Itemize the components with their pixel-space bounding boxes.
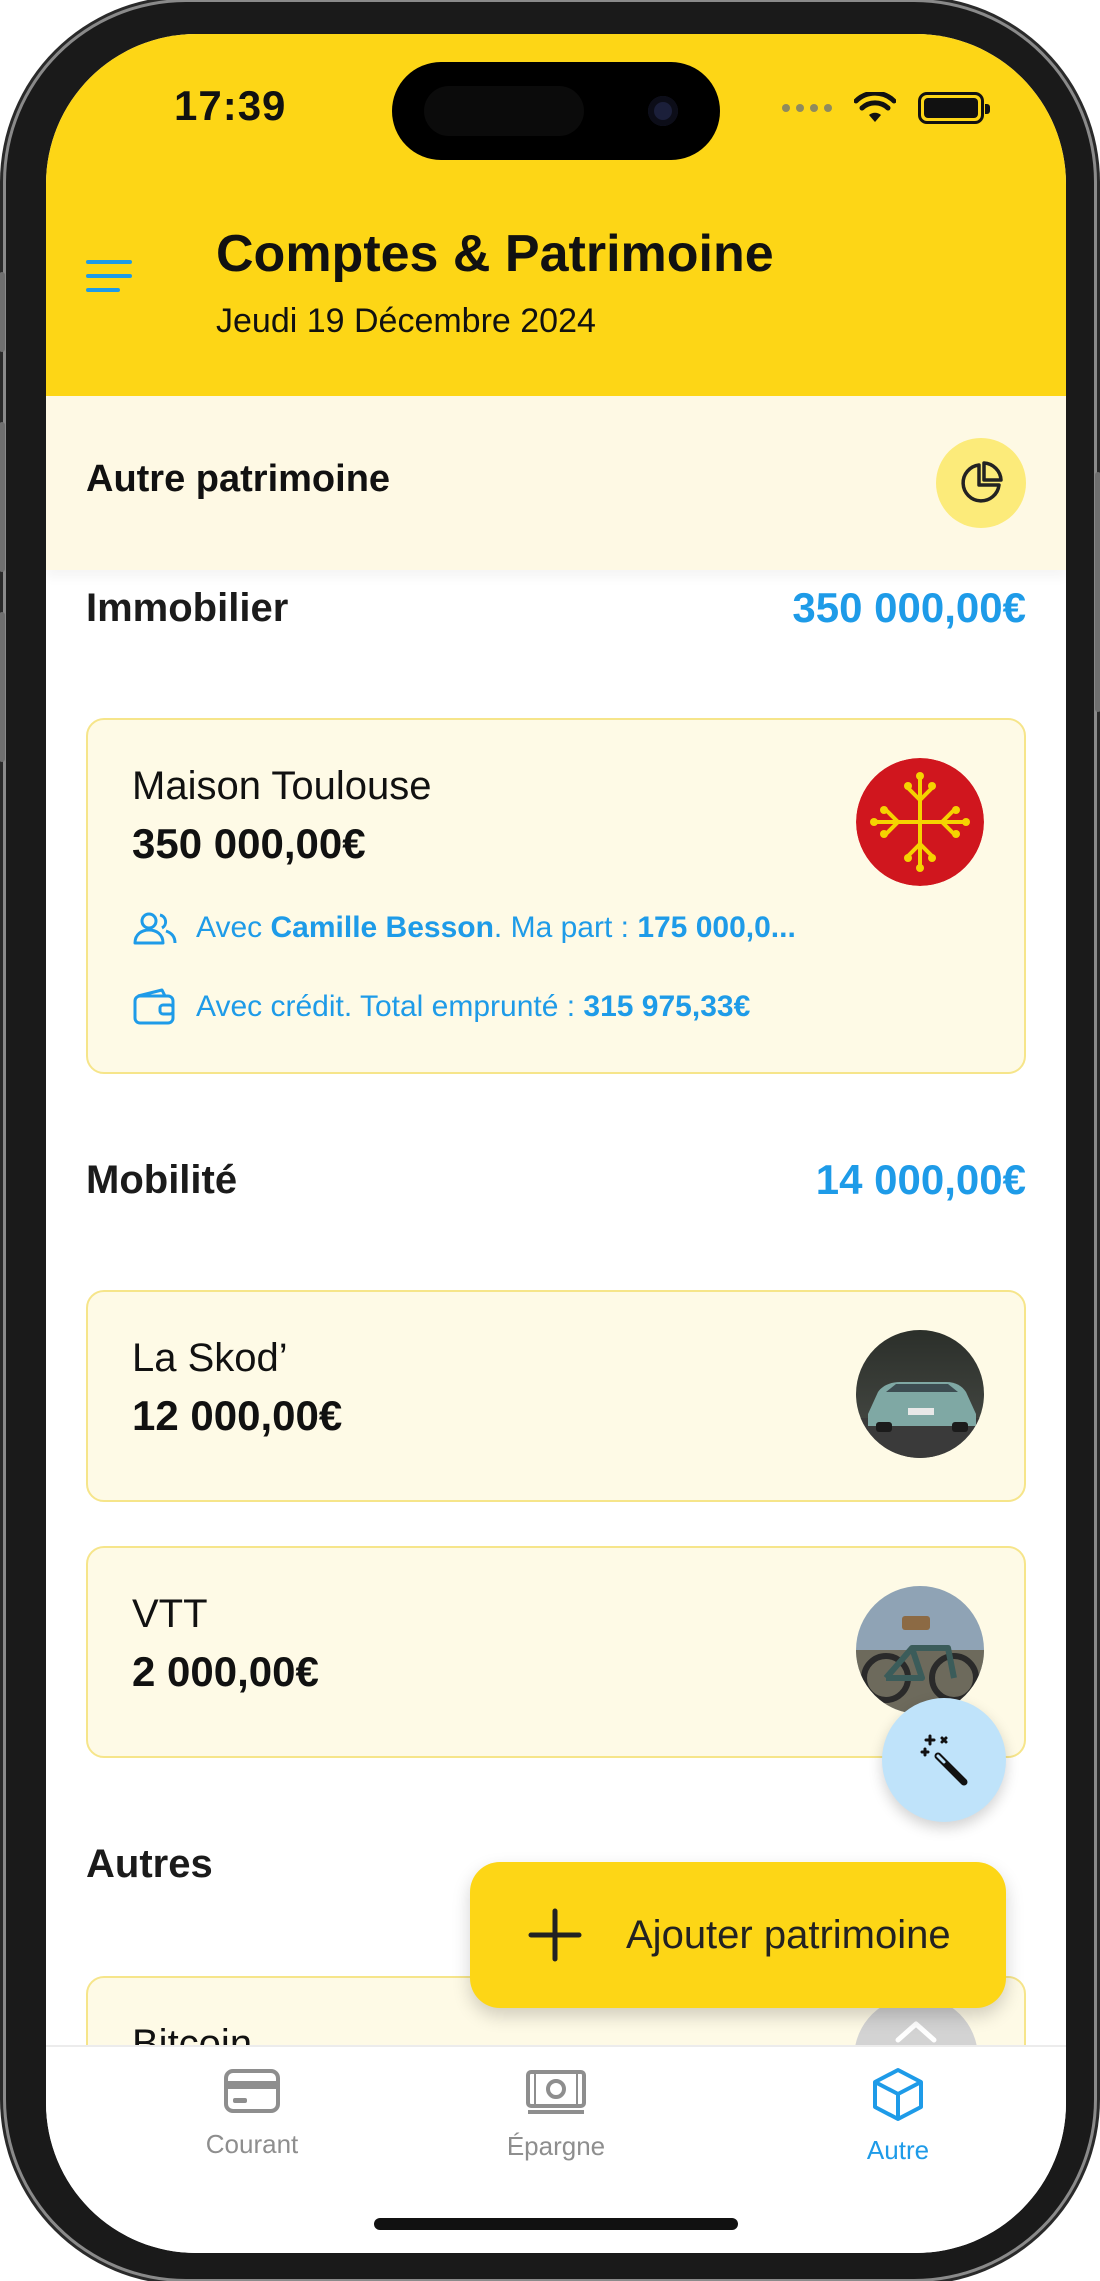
category-header-immobilier: Immobilier 350 000,00€: [86, 584, 1026, 632]
car-photo-avatar: [856, 1330, 984, 1458]
asset-name: Bitcoin: [132, 2022, 253, 2045]
signal-icon: [782, 104, 832, 112]
section-header: Autre patrimoine: [46, 396, 1066, 570]
category-total: 14 000,00€: [815, 1156, 1026, 1203]
add-asset-label: Ajouter patrimoine: [626, 1912, 951, 1957]
pie-chart-button[interactable]: [936, 438, 1026, 528]
credit-prefix: Avec crédit. Total emprunté :: [196, 990, 584, 1023]
magic-wand-icon: [920, 1734, 968, 1786]
share-value: 175 000,0...: [637, 911, 796, 944]
status-icons: [782, 92, 990, 124]
category-name: Mobilité: [86, 1157, 238, 1202]
chevron-up-icon: [895, 2021, 937, 2043]
asset-card-vtt[interactable]: VTT 2 000,00€: [86, 1546, 1026, 1758]
add-asset-button[interactable]: Ajouter patrimoine: [470, 1862, 1006, 2008]
tab-autre[interactable]: Autre: [798, 2067, 998, 2166]
pie-chart-icon: [961, 461, 1003, 503]
bike-photo-avatar: [856, 1586, 984, 1714]
page-date: Jeudi 19 Décembre 2024: [216, 302, 596, 340]
credit-row: Avec crédit. Total emprunté : 315 975,33…: [132, 988, 750, 1026]
card-icon: [224, 2069, 280, 2113]
power-button: [1095, 472, 1100, 712]
category-total: 350 000,00€: [792, 584, 1026, 631]
island-sensor: [424, 86, 584, 136]
category-name: Immobilier: [86, 585, 289, 630]
tab-epargne[interactable]: Épargne: [456, 2067, 656, 2162]
asset-name: La Skod’: [132, 1336, 288, 1380]
wifi-icon: [854, 92, 896, 122]
battery-icon: [918, 92, 990, 124]
credit-value: 315 975,33€: [583, 990, 751, 1023]
silent-switch: [0, 272, 5, 352]
menu-button[interactable]: [86, 256, 136, 296]
asset-list: Immobilier 350 000,00€ Maison Toulouse 3…: [46, 570, 1066, 2045]
volume-up-button: [0, 422, 5, 572]
asset-card-maison-toulouse[interactable]: Maison Toulouse 350 000,00€ Avec Camille…: [86, 718, 1026, 1074]
magic-wand-button[interactable]: [882, 1698, 1006, 1822]
asset-name: VTT: [132, 1592, 208, 1636]
tab-courant[interactable]: Courant: [152, 2067, 352, 2160]
tab-label: Courant: [205, 2129, 299, 2159]
asset-value: 350 000,00€: [132, 820, 366, 867]
volume-down-button: [0, 612, 5, 762]
shared-prefix: Avec: [196, 911, 271, 944]
asset-value: 12 000,00€: [132, 1392, 343, 1439]
occitan-cross-avatar: [856, 758, 984, 886]
status-time: 17:39: [174, 82, 287, 129]
phone-frame: 17:39 Comptes & Patrimoine Jeudi 19 Déce…: [0, 2, 1100, 2279]
section-title: Autre patrimoine: [86, 458, 391, 500]
category-name: Autres: [86, 1842, 213, 1886]
dynamic-island: [392, 62, 720, 160]
users-icon: [133, 912, 177, 945]
shared-with-name: Camille Besson: [270, 911, 494, 944]
share-mid: . Ma part :: [493, 911, 638, 944]
category-header-mobilite: Mobilité 14 000,00€: [86, 1156, 1026, 1204]
tab-label: Épargne: [506, 2131, 606, 2161]
app-header: 17:39 Comptes & Patrimoine Jeudi 19 Déce…: [46, 34, 1066, 396]
page-title: Comptes & Patrimoine: [216, 225, 774, 283]
banknote-icon: [526, 2070, 586, 2114]
screen: 17:39 Comptes & Patrimoine Jeudi 19 Déce…: [46, 34, 1066, 2253]
shared-owner-row: Avec Camille Besson. Ma part : 175 000,0…: [132, 910, 796, 946]
home-indicator: [374, 2218, 738, 2230]
front-camera: [648, 96, 678, 126]
asset-card-la-skod[interactable]: La Skod’ 12 000,00€: [86, 1290, 1026, 1502]
plus-icon: [528, 1908, 582, 1962]
tab-label: Autre: [866, 2135, 930, 2165]
cube-icon: [873, 2068, 923, 2121]
wallet-icon: [133, 988, 175, 1025]
asset-value: 2 000,00€: [132, 1648, 319, 1695]
asset-name: Maison Toulouse: [132, 764, 432, 808]
